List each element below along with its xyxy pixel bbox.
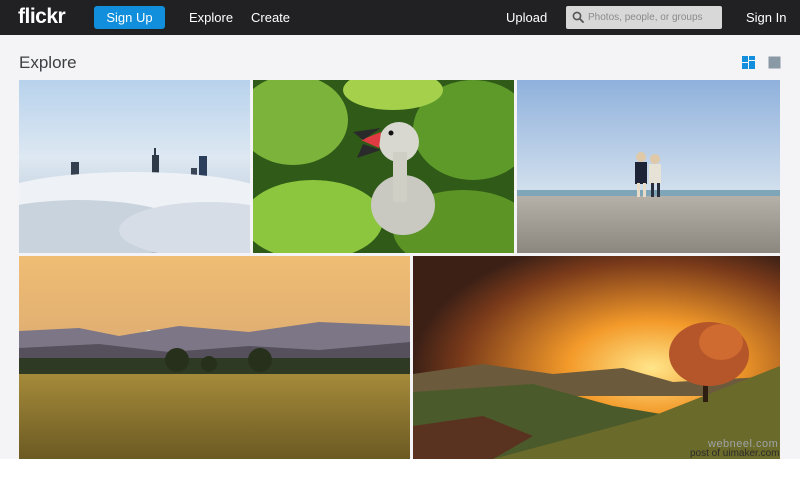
- search-icon: [572, 11, 584, 23]
- sign-in-link[interactable]: Sign In: [746, 10, 786, 25]
- explore-page: Explore: [0, 35, 800, 459]
- upload-link[interactable]: Upload: [506, 10, 547, 25]
- nav-create-link[interactable]: Create: [251, 10, 290, 25]
- photo-city-fog[interactable]: [19, 80, 250, 253]
- photo-baby-heron[interactable]: [253, 80, 514, 253]
- flickr-logo[interactable]: flickr: [18, 5, 66, 29]
- photo-sunset-field[interactable]: [19, 256, 410, 459]
- top-navigation-bar: flickr Sign Up Explore Create Upload Sig…: [0, 0, 800, 35]
- search-input[interactable]: [588, 9, 718, 26]
- page-title: Explore: [19, 53, 77, 72]
- sign-up-button[interactable]: Sign Up: [94, 6, 165, 29]
- justified-view-icon[interactable]: [742, 56, 755, 69]
- photo-dramatic-sunset-tree[interactable]: [413, 256, 780, 459]
- search-box[interactable]: [566, 6, 722, 29]
- photo-kids-beach[interactable]: [517, 80, 780, 253]
- watermark-uimaker: post of uimaker.com: [690, 448, 780, 459]
- single-view-icon[interactable]: [768, 56, 781, 69]
- nav-explore-link[interactable]: Explore: [189, 10, 233, 25]
